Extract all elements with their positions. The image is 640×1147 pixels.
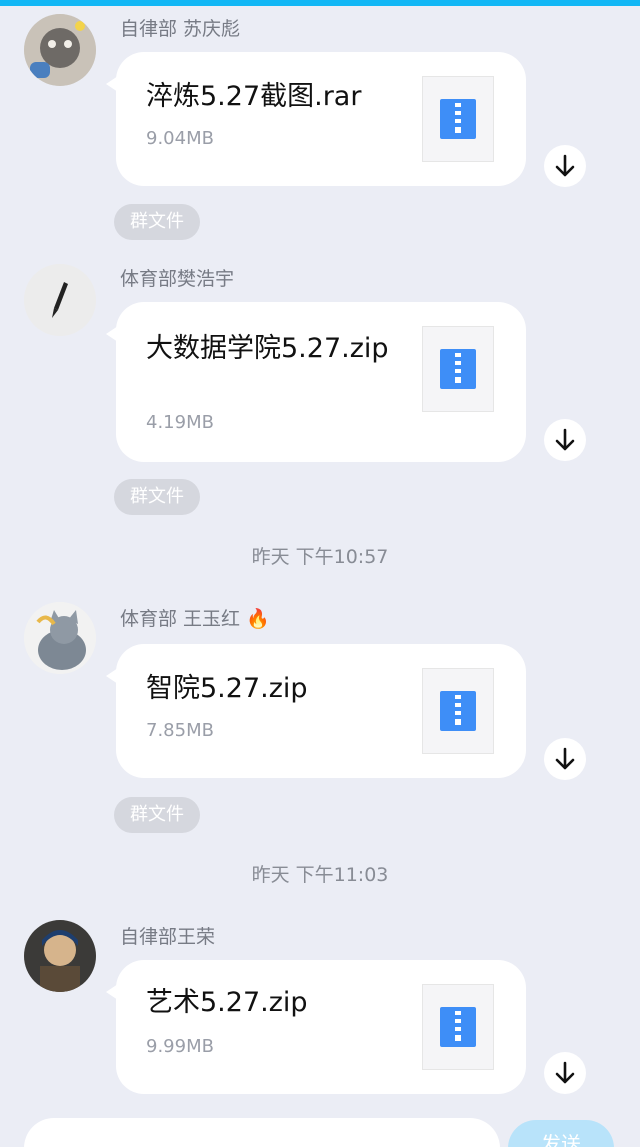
file-size: 4.19MB [146, 412, 214, 433]
file-message-bubble[interactable]: 大数据学院5.27.zip 4.19MB [106, 302, 526, 462]
group-file-tag: 群文件 [114, 797, 200, 833]
timestamp: 昨天 下午10:57 [251, 546, 389, 568]
download-arrow-icon[interactable] [544, 738, 586, 780]
file-name: 淬炼5.27截图.rar [146, 81, 362, 112]
download-arrow-icon[interactable] [544, 145, 586, 187]
avatar[interactable] [24, 920, 96, 992]
timestamp: 昨天 下午11:03 [251, 864, 389, 886]
file-size: 7.85MB [146, 720, 214, 741]
group-file-tag: 群文件 [114, 204, 200, 240]
top-accent-bar [0, 0, 640, 6]
file-name: 大数据学院5.27.zip [146, 333, 389, 364]
download-arrow-icon[interactable] [544, 419, 586, 461]
file-size: 9.04MB [146, 128, 214, 149]
message-input[interactable] [24, 1118, 500, 1147]
sender-name: 自律部王荣 [120, 926, 216, 948]
file-message-bubble[interactable]: 淬炼5.27截图.rar 9.04MB [106, 52, 526, 186]
avatar[interactable] [24, 264, 96, 336]
avatar[interactable] [24, 602, 96, 674]
avatar[interactable] [24, 14, 96, 86]
file-name: 智院5.27.zip [146, 673, 308, 704]
zip-file-icon [422, 326, 494, 412]
group-file-tag: 群文件 [114, 479, 200, 515]
sender-name: 体育部樊浩宇 [120, 268, 235, 290]
file-size: 9.99MB [146, 1036, 214, 1057]
file-name: 艺术5.27.zip [146, 987, 308, 1018]
zip-file-icon [422, 76, 494, 162]
file-message-bubble[interactable]: 艺术5.27.zip 9.99MB [106, 960, 526, 1094]
sender-name: 体育部 王玉红 🔥 [120, 608, 270, 630]
file-message-bubble[interactable]: 智院5.27.zip 7.85MB [106, 644, 526, 778]
zip-file-icon [422, 668, 494, 754]
send-button[interactable]: 发送 [508, 1120, 614, 1147]
zip-file-icon [422, 984, 494, 1070]
sender-name: 自律部 苏庆彪 [120, 18, 241, 40]
download-arrow-icon[interactable] [544, 1052, 586, 1094]
